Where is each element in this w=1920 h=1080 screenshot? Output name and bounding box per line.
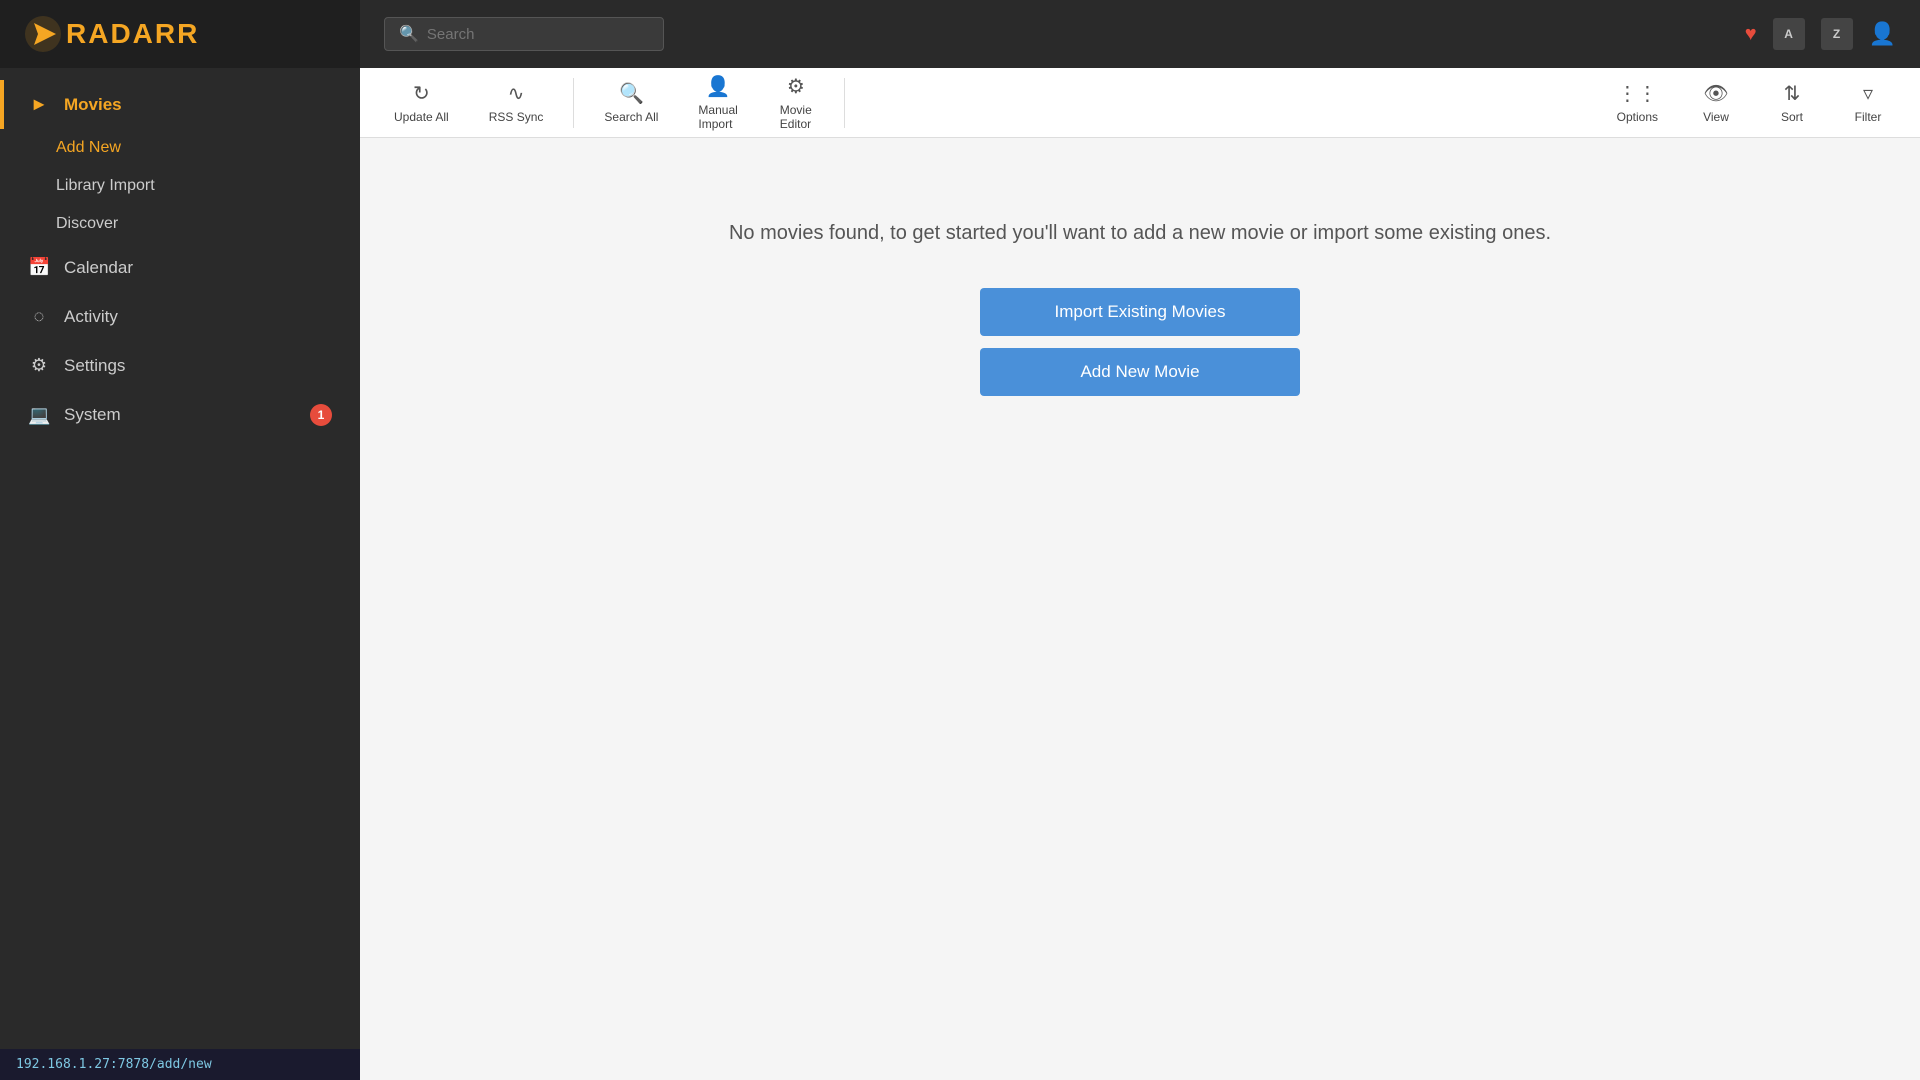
- manual-import-label: ManualImport: [698, 103, 737, 131]
- sidebar-item-settings[interactable]: ⚙ Settings: [0, 341, 360, 390]
- toolbar: ↻ Update All ∿ RSS Sync 🔍 Search All 👤 M…: [360, 68, 1920, 138]
- sidebar-item-add-new-label: Add New: [56, 139, 121, 157]
- sidebar-item-discover[interactable]: Discover: [0, 205, 360, 243]
- manual-import-icon: 👤: [706, 74, 731, 99]
- user-icon[interactable]: 👤: [1869, 21, 1896, 47]
- rss-sync-label: RSS Sync: [489, 110, 544, 124]
- sidebar-item-system-label: System: [64, 405, 121, 425]
- toolbar-separator-1: [573, 78, 574, 128]
- manual-import-button[interactable]: 👤 ManualImport: [680, 66, 755, 139]
- sidebar-item-discover-label: Discover: [56, 215, 118, 233]
- status-bar: 192.168.1.27:7878/add/new: [0, 1049, 360, 1080]
- icon-z-button[interactable]: Z: [1821, 18, 1853, 50]
- empty-message: No movies found, to get started you'll w…: [729, 218, 1551, 248]
- movie-editor-button[interactable]: ⚙ MovieEditor: [760, 66, 832, 139]
- sidebar-item-calendar[interactable]: 📅 Calendar: [0, 243, 360, 292]
- icon-a-button[interactable]: A: [1773, 18, 1805, 50]
- import-existing-movies-button[interactable]: Import Existing Movies: [980, 288, 1300, 336]
- logo-text: RADARR: [66, 18, 199, 50]
- top-bar-right: ♥ A Z 👤: [1745, 18, 1896, 50]
- filter-button[interactable]: ▿ Filter: [1832, 73, 1904, 132]
- search-all-label: Search All: [604, 110, 658, 124]
- nav-section: ► Movies Add New Library Import Discover…: [0, 68, 360, 1049]
- sidebar-item-calendar-label: Calendar: [64, 258, 133, 278]
- status-url: 192.168.1.27:7878/add/new: [16, 1057, 212, 1072]
- filter-icon: ▿: [1863, 81, 1873, 106]
- movie-editor-icon: ⚙: [787, 74, 805, 99]
- rss-icon: ∿: [508, 81, 525, 106]
- view-label: View: [1703, 110, 1729, 124]
- radarr-logo-icon: [24, 15, 62, 53]
- options-label: Options: [1617, 110, 1658, 124]
- logo-area: RADARR: [0, 0, 360, 68]
- sidebar-item-movies[interactable]: ► Movies: [0, 80, 360, 129]
- calendar-icon: 📅: [28, 257, 50, 278]
- search-all-icon: 🔍: [619, 81, 644, 106]
- view-button[interactable]: 👁 View: [1680, 73, 1752, 132]
- system-icon: 💻: [28, 405, 50, 426]
- sidebar: RADARR ► Movies Add New Library Import D…: [0, 0, 360, 1080]
- heart-icon: ♥: [1745, 23, 1757, 46]
- settings-icon: ⚙: [28, 355, 50, 376]
- sort-label: Sort: [1781, 110, 1803, 124]
- update-all-label: Update All: [394, 110, 449, 124]
- sidebar-item-system[interactable]: 💻 System 1: [0, 390, 360, 440]
- sidebar-item-movies-label: Movies: [64, 95, 122, 115]
- movie-editor-label: MovieEditor: [780, 103, 812, 131]
- sidebar-item-settings-label: Settings: [64, 356, 125, 376]
- sidebar-item-activity-label: Activity: [64, 307, 118, 327]
- sidebar-item-library-import[interactable]: Library Import: [0, 167, 360, 205]
- search-input[interactable]: [427, 26, 649, 43]
- view-icon: 👁: [1703, 81, 1728, 106]
- sort-icon: ⇅: [1784, 81, 1801, 106]
- play-icon: ►: [28, 94, 50, 115]
- top-bar: 🔍 ♥ A Z 👤: [360, 0, 1920, 68]
- sidebar-item-library-import-label: Library Import: [56, 177, 155, 195]
- search-icon: 🔍: [399, 24, 419, 44]
- update-all-button[interactable]: ↻ Update All: [376, 73, 467, 132]
- search-all-button[interactable]: 🔍 Search All: [586, 73, 676, 132]
- options-button[interactable]: ⋮⋮ Options: [1599, 73, 1676, 132]
- main-content: 🔍 ♥ A Z 👤 ↻ Update All ∿ RSS Sync 🔍 Sea: [360, 0, 1920, 1080]
- options-icon: ⋮⋮: [1617, 81, 1657, 106]
- activity-icon: ◌: [28, 306, 50, 327]
- toolbar-separator-2: [844, 78, 845, 128]
- sort-button[interactable]: ⇅ Sort: [1756, 73, 1828, 132]
- sidebar-item-activity[interactable]: ◌ Activity: [0, 292, 360, 341]
- rss-sync-button[interactable]: ∿ RSS Sync: [471, 73, 562, 132]
- system-badge: 1: [310, 404, 332, 426]
- sidebar-item-add-new[interactable]: Add New: [0, 129, 360, 167]
- add-new-movie-button[interactable]: Add New Movie: [980, 348, 1300, 396]
- update-all-icon: ↻: [413, 81, 430, 106]
- filter-label: Filter: [1855, 110, 1882, 124]
- search-box[interactable]: 🔍: [384, 17, 664, 51]
- content-area: No movies found, to get started you'll w…: [360, 138, 1920, 1080]
